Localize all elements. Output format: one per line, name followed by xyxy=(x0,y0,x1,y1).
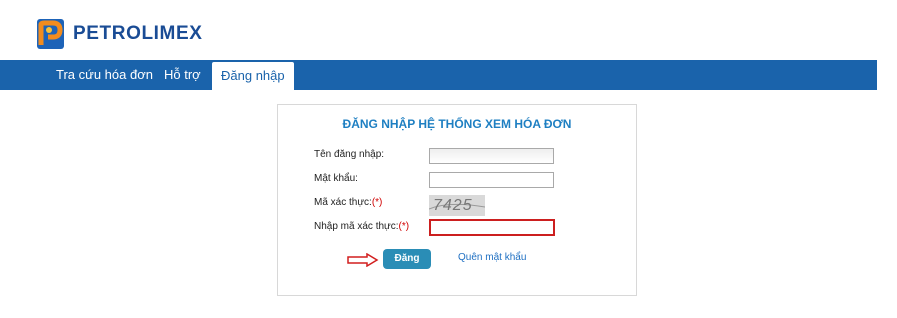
password-label: Mật khẩu: xyxy=(314,173,358,184)
username-input[interactable] xyxy=(429,148,554,164)
nav-login[interactable]: Đăng nhập xyxy=(212,62,294,90)
username-label: Tên đăng nhập: xyxy=(314,149,385,160)
main-navbar: Tra cứu hóa đơn Hỗ trợ Đăng nhập xyxy=(0,60,877,90)
captcha-input-label: Nhập mã xác thực:(*) xyxy=(314,221,410,232)
brand-name: PETROLIMEX xyxy=(73,23,203,44)
captcha-input[interactable] xyxy=(429,219,555,236)
login-form: ĐĂNG NHẬP HỆ THỐNG XEM HÓA ĐƠN Tên đăng … xyxy=(277,104,637,296)
petrolimex-logo-icon xyxy=(37,19,64,49)
arrow-right-icon xyxy=(347,253,379,267)
captcha-image: 7425 xyxy=(429,195,485,216)
captcha-label: Mã xác thực:(*) xyxy=(314,197,383,208)
header: PETROLIMEX xyxy=(0,0,897,60)
login-button[interactable]: Đăng nhập xyxy=(383,249,431,284)
nav-invoice-lookup[interactable]: Tra cứu hóa đơn xyxy=(56,60,153,90)
forgot-password-link[interactable]: Quên mật khẩu xyxy=(458,252,526,263)
login-title: ĐĂNG NHẬP HỆ THỐNG XEM HÓA ĐƠN xyxy=(342,117,572,131)
password-input[interactable] xyxy=(429,172,554,188)
nav-support[interactable]: Hỗ trợ xyxy=(164,60,201,90)
